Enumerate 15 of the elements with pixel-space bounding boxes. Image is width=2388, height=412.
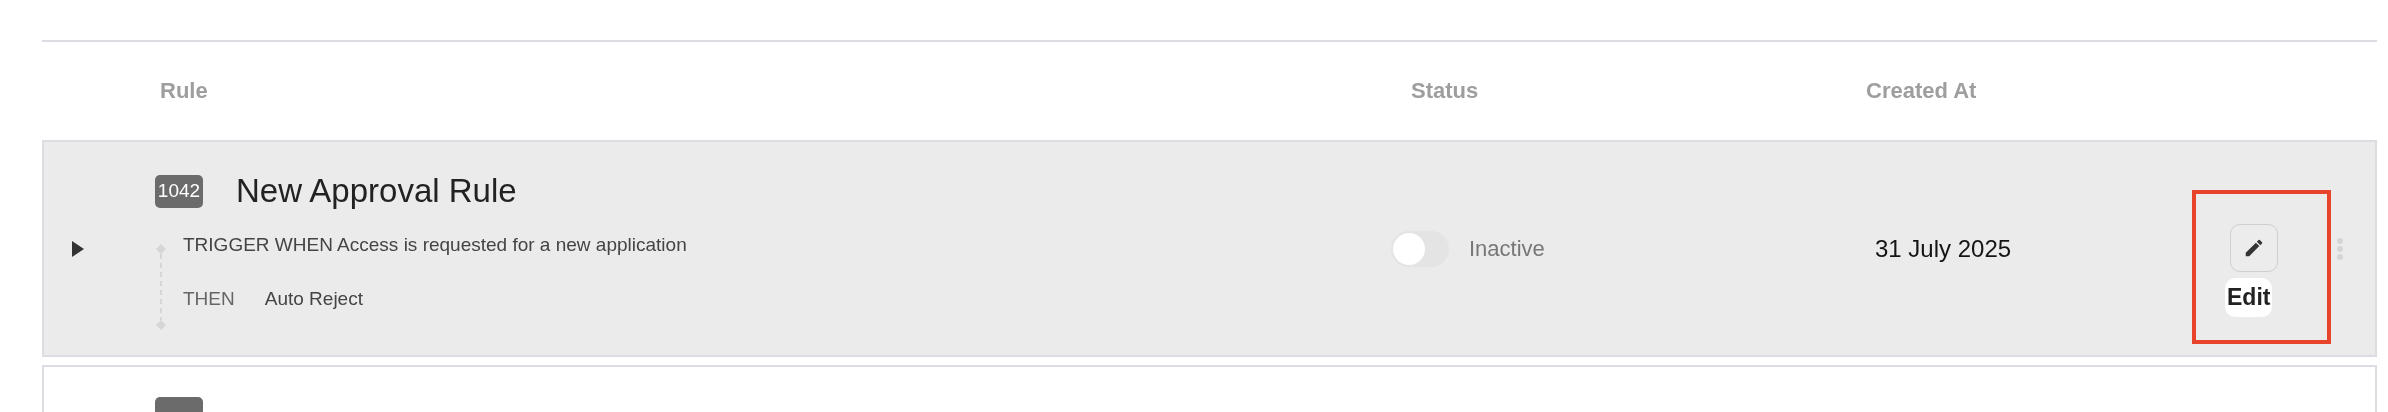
rule-title: New Approval Rule	[236, 172, 517, 210]
column-header: Status	[1410, 78, 1480, 104]
status-label: Inactive	[1469, 235, 1545, 262]
column-header: Created At	[1866, 78, 1978, 104]
edit-tooltip: Edit	[2225, 278, 2273, 317]
action-text: Auto Reject	[264, 288, 363, 310]
column-header: Rule	[159, 78, 209, 104]
pencil-icon	[2243, 237, 2265, 259]
status-toggle[interactable]	[1391, 230, 1449, 267]
created-date: 31 July 2025	[1874, 234, 2012, 262]
edit-button[interactable]	[2230, 224, 2278, 272]
rule-id-badge: 1042	[155, 174, 203, 208]
then-label: THEN	[183, 288, 235, 310]
expand-icon[interactable]	[72, 240, 84, 257]
trigger-text: TRIGGER WHEN Access is requested for a new application	[183, 234, 687, 256]
